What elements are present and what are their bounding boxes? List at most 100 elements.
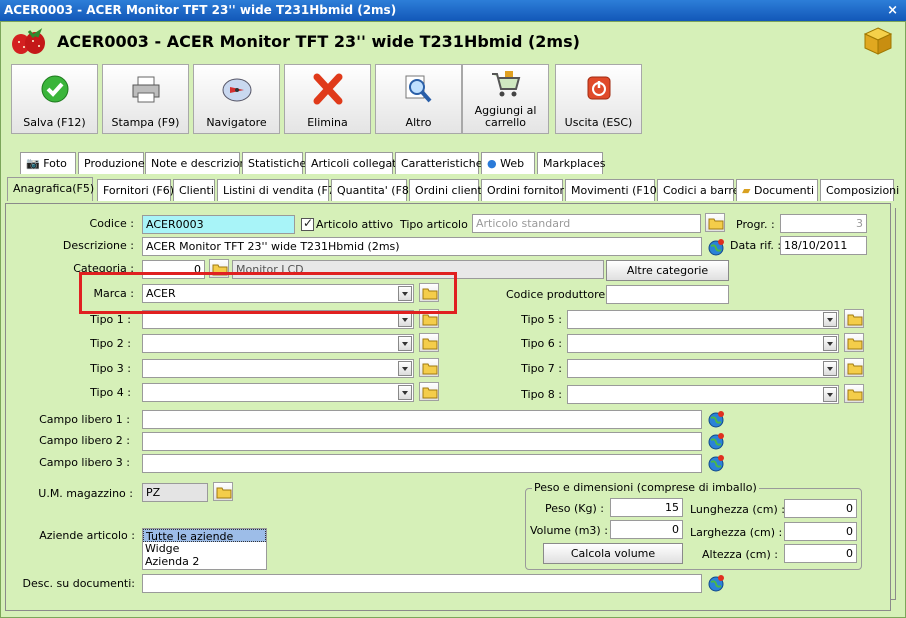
navigator-label: Navigatore bbox=[206, 116, 267, 129]
box-icon bbox=[863, 26, 893, 59]
tab-ordini-fornitori[interactable]: Ordini fornitori bbox=[481, 179, 567, 201]
codice-input[interactable]: ACER0003 bbox=[142, 215, 295, 234]
other-button[interactable]: Altro bbox=[375, 64, 462, 134]
tipo6-folder-button[interactable] bbox=[844, 333, 864, 352]
aziende-listbox[interactable]: Tutte le aziende Widge Azienda 2 bbox=[142, 528, 267, 570]
peso-group-title: Peso e dimensioni (comprese di imballo) bbox=[532, 481, 759, 494]
altre-categorie-button[interactable]: Altre categorie bbox=[606, 260, 729, 281]
tipo6-select[interactable] bbox=[567, 334, 839, 353]
campo2-input[interactable] bbox=[142, 432, 702, 451]
tipo8-folder-button[interactable] bbox=[844, 384, 864, 403]
tipo7-folder-button[interactable] bbox=[844, 358, 864, 377]
list-item[interactable]: Azienda 2 bbox=[143, 555, 266, 568]
printer-icon bbox=[129, 73, 163, 105]
tipo7-select[interactable] bbox=[567, 359, 839, 378]
tab-listini[interactable]: Listini di vendita (F7) bbox=[217, 179, 339, 201]
tipo4-select[interactable] bbox=[142, 383, 414, 402]
chevron-down-icon bbox=[398, 336, 412, 351]
tipo3-folder-button[interactable] bbox=[419, 358, 439, 377]
tipo3-select[interactable] bbox=[142, 359, 414, 378]
delete-button[interactable]: Elimina bbox=[284, 64, 371, 134]
larghezza-input[interactable]: 0 bbox=[784, 522, 857, 541]
translate-globe-icon[interactable] bbox=[707, 238, 725, 256]
codice-produttore-input[interactable] bbox=[606, 285, 729, 304]
tab-clienti[interactable]: Clienti bbox=[173, 179, 215, 201]
tipo5-label: Tipo 5 : bbox=[521, 313, 562, 326]
tab-codici-barre[interactable]: Codici a barre bbox=[657, 179, 739, 201]
translate-globe-icon[interactable] bbox=[707, 432, 725, 450]
tipo4-folder-button[interactable] bbox=[419, 382, 439, 401]
tab-produzione[interactable]: Produzione bbox=[78, 152, 145, 174]
save-button[interactable]: Salva (F12) bbox=[11, 64, 98, 134]
tipo2-folder-button[interactable] bbox=[419, 333, 439, 352]
tipo-articolo-folder-button[interactable] bbox=[705, 213, 725, 232]
tab-ordini-clienti[interactable]: Ordini clienti bbox=[409, 179, 485, 201]
navigator-button[interactable]: Navigatore bbox=[193, 64, 280, 134]
tab-foto[interactable]: 📷 Foto bbox=[20, 152, 76, 174]
peso-input[interactable]: 15 bbox=[610, 498, 683, 517]
tab-documenti[interactable]: ▰ Documenti bbox=[736, 179, 818, 201]
tab-anagrafica[interactable]: Anagrafica(F5) bbox=[7, 177, 94, 201]
tipo5-select[interactable] bbox=[567, 310, 839, 329]
add-to-cart-button[interactable]: Aggiungi al carrello bbox=[462, 64, 549, 134]
lunghezza-input[interactable]: 0 bbox=[784, 499, 857, 518]
translate-globe-icon[interactable] bbox=[707, 454, 725, 472]
volume-label: Volume (m3) : bbox=[530, 524, 608, 537]
campo3-label: Campo libero 3 : bbox=[39, 456, 130, 469]
add-to-cart-label: Aggiungi al carrello bbox=[474, 104, 537, 129]
altezza-label: Altezza (cm) : bbox=[702, 548, 778, 561]
tab-caratteristiche[interactable]: Caratteristiche bbox=[395, 152, 483, 174]
calcola-volume-button[interactable]: Calcola volume bbox=[543, 543, 683, 564]
window-title: ACER0003 - ACER Monitor TFT 23'' wide T2… bbox=[4, 3, 397, 17]
globe-icon: ● bbox=[487, 157, 497, 170]
tipo2-select[interactable] bbox=[142, 334, 414, 353]
cart-icon bbox=[489, 69, 523, 101]
tab-fornitori[interactable]: Fornitori (F6) bbox=[97, 179, 174, 201]
tab-articoli-collegati[interactable]: Articoli collegati bbox=[305, 152, 400, 174]
progr-input[interactable]: 3 bbox=[780, 214, 867, 233]
articolo-attivo-checkbox[interactable] bbox=[301, 216, 314, 231]
tipo-articolo-input[interactable]: Articolo standard bbox=[472, 214, 701, 233]
tipo5-folder-button[interactable] bbox=[844, 309, 864, 328]
codice-label: Codice : bbox=[89, 217, 134, 230]
tab-quantita[interactable]: Quantita' (F8) bbox=[331, 179, 413, 201]
close-icon[interactable]: × bbox=[887, 0, 898, 21]
articolo-attivo-label: Articolo attivo bbox=[316, 218, 394, 231]
tab-movimenti[interactable]: Movimenti (F10) bbox=[565, 179, 661, 201]
tipo8-label: Tipo 8 : bbox=[521, 388, 562, 401]
chevron-down-icon bbox=[823, 312, 837, 327]
exit-button[interactable]: Uscita (ESC) bbox=[555, 64, 642, 134]
translate-globe-icon[interactable] bbox=[707, 410, 725, 428]
tab-markplaces[interactable]: Markplaces bbox=[537, 152, 605, 174]
list-item[interactable]: Widge bbox=[143, 542, 266, 555]
progr-label: Progr. : bbox=[736, 218, 775, 231]
desc-documenti-input[interactable] bbox=[142, 574, 702, 593]
peso-label: Peso (Kg) : bbox=[545, 502, 604, 515]
descrizione-input[interactable]: ACER Monitor TFT 23'' wide T231Hbmid (2m… bbox=[142, 237, 702, 256]
altezza-input[interactable]: 0 bbox=[784, 544, 857, 563]
aziende-label: Aziende articolo : bbox=[39, 529, 135, 542]
um-input[interactable]: PZ bbox=[142, 483, 208, 502]
tab-statistiche[interactable]: Statistiche bbox=[242, 152, 306, 174]
campo1-input[interactable] bbox=[142, 410, 702, 429]
delete-label: Elimina bbox=[307, 116, 348, 129]
data-rif-input[interactable]: 18/10/2011 bbox=[780, 236, 867, 255]
um-folder-button[interactable] bbox=[213, 482, 233, 501]
tab-note[interactable]: Note e descrizioni bbox=[145, 152, 250, 174]
magnifier-icon bbox=[402, 73, 436, 105]
window-titlebar: ACER0003 - ACER Monitor TFT 23'' wide T2… bbox=[0, 0, 906, 21]
tipo7-label: Tipo 7 : bbox=[521, 362, 562, 375]
header: ACER0003 - ACER Monitor TFT 23'' wide T2… bbox=[7, 26, 897, 56]
campo3-input[interactable] bbox=[142, 454, 702, 473]
other-label: Altro bbox=[405, 116, 432, 129]
print-button[interactable]: Stampa (F9) bbox=[102, 64, 189, 134]
translate-globe-icon[interactable] bbox=[707, 574, 725, 592]
tab-composizioni[interactable]: Composizioni bbox=[820, 179, 899, 201]
tipo2-label: Tipo 2 : bbox=[90, 337, 131, 350]
tipo8-select[interactable] bbox=[567, 385, 839, 404]
tab-web[interactable]: ● Web bbox=[481, 152, 535, 174]
chevron-down-icon bbox=[398, 385, 412, 400]
print-label: Stampa (F9) bbox=[111, 116, 180, 129]
list-item[interactable]: Tutte le aziende bbox=[143, 529, 266, 543]
volume-input[interactable]: 0 bbox=[610, 520, 683, 539]
